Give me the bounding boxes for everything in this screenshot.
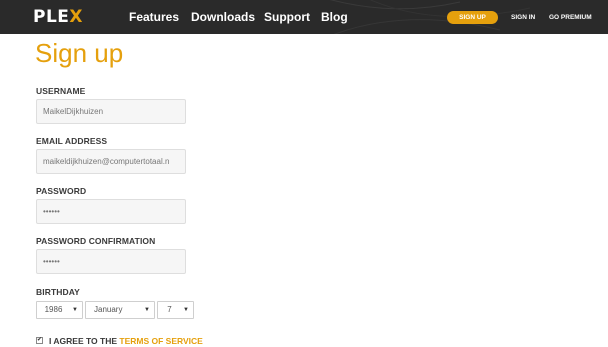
agree-label: I AGREE TO THE TERMS OF SERVICE <box>49 336 203 346</box>
chevron-down-icon: ▼ <box>183 307 189 313</box>
email-input[interactable] <box>36 149 186 174</box>
nav-downloads[interactable]: Downloads <box>191 9 255 25</box>
top-navigation-bar: PLEX Features Downloads Support Blog SIG… <box>0 0 608 34</box>
password-label: PASSWORD <box>36 186 87 196</box>
birthday-month-value: January <box>94 305 123 314</box>
birthday-month-select[interactable]: January ▼ <box>85 301 155 319</box>
nav-features[interactable]: Features <box>129 9 179 25</box>
sign-up-button[interactable]: SIGN UP <box>447 11 498 24</box>
agree-checkbox[interactable]: ✔ <box>36 337 43 344</box>
chevron-down-icon: ▼ <box>144 307 150 313</box>
birthday-label: BIRTHDAY <box>36 287 80 297</box>
go-premium-link[interactable]: GO PREMIUM <box>549 11 592 24</box>
nav-blog[interactable]: Blog <box>321 9 348 25</box>
password-confirmation-input[interactable] <box>36 249 186 274</box>
password-confirmation-label: PASSWORD CONFIRMATION <box>36 236 156 246</box>
password-input[interactable] <box>36 199 186 224</box>
username-label: USERNAME <box>36 86 86 96</box>
email-label: EMAIL ADDRESS <box>36 136 108 146</box>
nav-support[interactable]: Support <box>264 9 310 25</box>
plex-logo[interactable]: PLEX <box>33 7 83 27</box>
birthday-year-value: 1986 <box>44 305 63 314</box>
username-input[interactable] <box>36 99 186 124</box>
sign-in-link[interactable]: SIGN IN <box>511 11 535 24</box>
page-title: Sign up <box>35 38 124 68</box>
birthday-year-select[interactable]: 1986 ▼ <box>36 301 83 319</box>
agree-text: I AGREE TO THE <box>49 336 120 346</box>
chevron-down-icon: ▼ <box>72 307 78 313</box>
birthday-day-select[interactable]: 7 ▼ <box>157 301 194 319</box>
birthday-day-value: 7 <box>167 305 172 314</box>
terms-of-service-link[interactable]: TERMS OF SERVICE <box>119 336 202 346</box>
